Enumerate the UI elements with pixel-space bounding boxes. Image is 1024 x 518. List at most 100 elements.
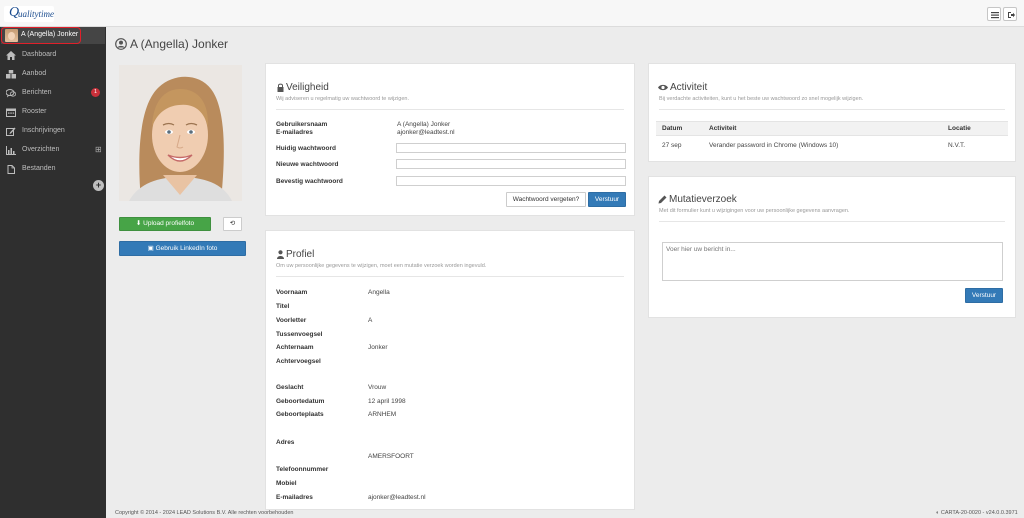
col-activity-header: Activiteit	[709, 125, 737, 132]
username-value: A (Angella) Jonker	[397, 121, 451, 128]
sidebar-item-berichten[interactable]: Berichten 1	[0, 84, 106, 103]
sidebar: A (Angella) Jonker Dashboard Aanbod Beri…	[0, 27, 106, 518]
security-title: Veiligheid	[286, 82, 329, 93]
copyright-text: Copyright © 2014 - 2024 LEAD Solutions B…	[115, 510, 294, 516]
profile-email-value: ajonker@leadtest.nl	[368, 494, 426, 501]
sidebar-item-label: Rooster	[22, 108, 47, 115]
security-subtitle: Wij adviseren u regelmatig uw wachtwoord…	[276, 96, 409, 102]
col-location-header: Locatie	[948, 125, 971, 132]
sidebar-item-aanbod[interactable]: Aanbod	[0, 65, 106, 84]
version-info: ◐ CARTA-20-0020 - v24.0.0.3971	[936, 510, 1018, 516]
undo-icon: ⟲	[229, 220, 236, 227]
profile-card: Profiel Om uw persoonlijke gegevens te w…	[265, 230, 635, 510]
voorletter-value: A	[368, 317, 373, 324]
current-password-label: Huidig wachtwoord	[276, 145, 336, 152]
password-submit-button[interactable]: Verstuur	[588, 192, 626, 207]
confirm-password-label: Bevestig wachtwoord	[276, 178, 343, 185]
profile-email-label: E-mailadres	[276, 494, 313, 501]
username-label: Gebruikersnaam	[276, 121, 328, 128]
current-password-input[interactable]	[396, 143, 626, 153]
plaats-value: AMERSFOORT	[368, 453, 414, 460]
col-date-header: Datum	[662, 125, 683, 132]
divider	[276, 276, 624, 277]
achtervoegsel-label: Achtervoegsel	[276, 358, 321, 365]
security-card: Veiligheid Wij adviseren u regelmatig uw…	[265, 63, 635, 216]
sidebar-item-label: Berichten	[22, 89, 52, 96]
activity-card: Activiteit Bij verdachte activiteiten, k…	[648, 63, 1016, 162]
edit-icon	[6, 127, 16, 136]
forgot-password-button[interactable]: Wachtwoord vergeten?	[506, 192, 586, 207]
upload-photo-button[interactable]: ⬇ Upload profielfoto	[119, 217, 211, 231]
activity-subtitle: Bij verdachte activiteiten, kunt u het b…	[659, 96, 864, 102]
linkedin-photo-button[interactable]: ▣ Gebruik LinkedIn foto	[119, 241, 246, 256]
achternaam-label: Achternaam	[276, 344, 314, 351]
file-icon	[7, 165, 15, 174]
lock-icon	[277, 83, 284, 92]
mutation-subtitle: Met dit formulier kunt u wijzigingen voo…	[659, 208, 850, 214]
voorletter-label: Voorletter	[276, 317, 307, 324]
voornaam-label: Voornaam	[276, 289, 308, 296]
logo-text: ualitytime	[18, 9, 54, 19]
mutation-card: Mutatieverzoek Met dit formulier kunt u …	[648, 176, 1016, 318]
highlight-ring	[1, 27, 81, 44]
titel-label: Titel	[276, 303, 290, 310]
sidebar-item-label: Overzichten	[22, 146, 60, 153]
expand-icon[interactable]: ⊞	[95, 146, 102, 154]
geboorteplaats-value: ARNHEM	[368, 411, 397, 418]
sidebar-collapse-button[interactable]: +	[93, 180, 104, 191]
divider	[276, 109, 624, 110]
divider	[659, 109, 1005, 110]
comments-icon	[6, 89, 16, 98]
calendar-icon	[6, 108, 16, 117]
user-icon	[277, 250, 284, 259]
home-icon	[6, 51, 16, 60]
qualitytime-logo[interactable]: Q ualitytime	[4, 5, 54, 22]
mutation-title: Mutatieverzoek	[669, 194, 737, 205]
sidebar-user[interactable]: A (Angella) Jonker	[1, 27, 105, 44]
divider	[659, 221, 1005, 222]
new-password-label: Nieuwe wachtwoord	[276, 161, 339, 168]
sidebar-item-inschrijvingen[interactable]: Inschrijvingen	[0, 122, 106, 141]
top-bar: Q ualitytime	[0, 0, 1024, 27]
confirm-password-input[interactable]	[396, 176, 626, 186]
portrait-image	[119, 65, 242, 201]
email-label: E-mailadres	[276, 129, 313, 136]
activity-row-location: N.V.T.	[948, 142, 966, 149]
reset-photo-button[interactable]: ⟲	[223, 217, 242, 231]
linkedin-photo-label: Gebruik LinkedIn foto	[155, 245, 218, 252]
activity-row-date: 27 sep	[662, 142, 682, 149]
geboortedatum-value: 12 april 1998	[368, 398, 406, 405]
user-circle-icon	[115, 38, 127, 50]
profile-subtitle: Om uw persoonlijke gegevens te wijzigen,…	[276, 263, 487, 269]
mutation-message-textarea[interactable]	[662, 242, 1003, 281]
sidebar-item-label: Bestanden	[22, 165, 56, 172]
geboortedatum-label: Geboortedatum	[276, 398, 325, 405]
unread-badge: 1	[91, 88, 100, 97]
cubes-icon	[6, 70, 16, 79]
telefoon-label: Telefoonnummer	[276, 466, 329, 473]
sidebar-item-label: Aanbod	[22, 70, 47, 77]
sidebar-item-bestanden[interactable]: Bestanden	[0, 160, 106, 179]
email-value: ajonker@leadtest.nl	[397, 129, 455, 136]
new-password-input[interactable]	[396, 159, 626, 169]
upload-photo-label: Upload profielfoto	[143, 220, 195, 227]
linkedin-icon: ▣	[147, 245, 156, 252]
geslacht-label: Geslacht	[276, 384, 304, 391]
sidebar-item-overzichten[interactable]: Overzichten ⊞	[0, 141, 106, 160]
sidebar-item-dashboard[interactable]: Dashboard	[0, 46, 106, 65]
profile-photo	[119, 65, 242, 201]
sign-out-icon	[1008, 12, 1015, 18]
mutation-submit-button[interactable]: Verstuur	[965, 288, 1003, 303]
sidebar-item-label: Inschrijvingen	[22, 127, 65, 134]
menu-button[interactable]	[987, 7, 1001, 21]
adres-label: Adres	[276, 439, 295, 446]
pencil-icon	[658, 195, 667, 204]
logout-button[interactable]	[1003, 7, 1017, 21]
voornaam-value: Angella	[368, 289, 390, 296]
profile-title: Profiel	[286, 249, 315, 260]
activity-row-activity: Verander password in Chrome (Windows 10)	[709, 142, 839, 149]
sidebar-item-rooster[interactable]: Rooster	[0, 103, 106, 122]
sidebar-item-label: Dashboard	[22, 51, 57, 58]
geslacht-value: Vrouw	[368, 384, 387, 391]
hamburger-icon	[991, 12, 999, 19]
